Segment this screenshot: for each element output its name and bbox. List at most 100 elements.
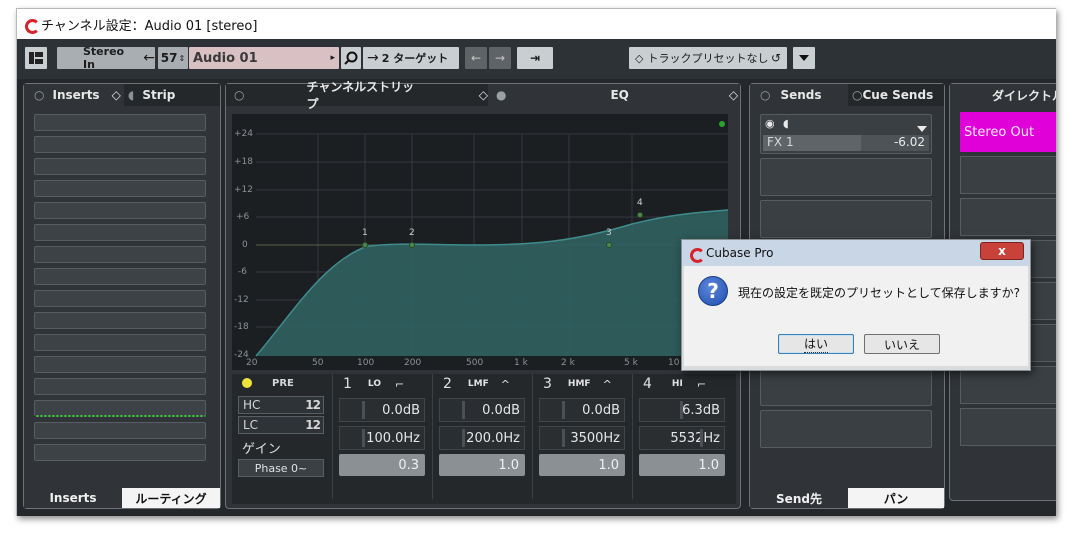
bottom-tab-inserts[interactable]: Inserts <box>24 488 122 508</box>
output-slot[interactable] <box>960 366 1056 404</box>
eq-curve-display[interactable]: 1 2 3 4 +24 +18 +12 +6 0 -6 -12 -18 -24 … <box>232 114 729 370</box>
send-slot[interactable] <box>760 368 932 406</box>
tab-sends[interactable]: ○ Sends <box>750 84 848 106</box>
target-button[interactable]: → 2 ターゲット <box>363 47 459 69</box>
band-1-freq[interactable]: 100.0Hz <box>339 426 425 450</box>
band-1-q[interactable]: 0.3 <box>339 454 425 476</box>
band-2-gain[interactable]: 0.0dB <box>439 398 525 422</box>
bottom-tab-pan[interactable]: パン <box>848 488 944 508</box>
eq-band-2-node[interactable] <box>409 242 415 248</box>
send-power-icon[interactable]: ◉ <box>765 117 775 130</box>
bottom-tab-routing[interactable]: ルーティング <box>122 488 220 508</box>
close-icon[interactable]: x <box>980 242 1024 260</box>
q-value: 1.0 <box>698 457 719 473</box>
band-4-gain[interactable]: 6.3dB <box>639 398 725 422</box>
tab-channel-strip[interactable]: ○ チャンネルストリップ ◇ <box>226 80 488 111</box>
pre-label: PRE <box>272 378 294 389</box>
tab-strip[interactable]: ◖ Strip <box>124 84 220 106</box>
insert-slot[interactable] <box>34 444 206 461</box>
bottom-tab-send-destination[interactable]: Send先 <box>750 488 848 508</box>
output-slot-stereo-out[interactable]: Stereo Out <box>960 112 1056 152</box>
insert-slot[interactable] <box>34 202 206 219</box>
insert-slot[interactable] <box>34 246 206 263</box>
previous-channel-button[interactable]: ← <box>465 47 487 69</box>
gain-marker <box>462 401 465 419</box>
input-routing-button[interactable]: Stereo In ← <box>57 45 155 71</box>
output-slot[interactable] <box>960 408 1056 446</box>
insert-slot[interactable] <box>34 334 206 351</box>
hc-label: HC <box>243 398 261 412</box>
hc-filter-button[interactable]: HC 12 <box>238 396 324 414</box>
db-label: -6 <box>238 267 247 277</box>
high-shelf-icon[interactable]: ⌐ <box>697 378 706 391</box>
insert-slot-post-fader[interactable] <box>34 400 206 417</box>
tab-direct-routing[interactable]: ダイレクトルーティング <box>950 84 1056 106</box>
preset-menu-icon[interactable] <box>793 47 815 69</box>
peak-icon[interactable]: ^ <box>603 378 612 391</box>
pre-led-icon[interactable] <box>242 378 252 388</box>
insert-slot[interactable] <box>34 422 206 439</box>
insert-slot[interactable] <box>34 290 206 307</box>
band-3-freq[interactable]: 3500Hz <box>539 426 625 450</box>
search-icon[interactable] <box>341 47 361 69</box>
send-level-bar[interactable]: FX 1 -6.02 <box>763 135 929 151</box>
insert-slot[interactable] <box>34 356 206 373</box>
phase-button[interactable]: Phase 0~ <box>238 459 324 477</box>
send-slot[interactable] <box>760 410 932 448</box>
insert-slot[interactable] <box>34 312 206 329</box>
send-menu-icon[interactable] <box>917 117 927 136</box>
next-channel-button[interactable]: → <box>489 47 511 69</box>
channel-name-field[interactable]: Audio 01 ▸ <box>189 47 339 69</box>
freq-label: 2 k <box>561 358 575 368</box>
tab-cue-sends[interactable]: ○ Cue Sends <box>848 84 944 106</box>
eq-band-3-node[interactable] <box>606 242 612 248</box>
band-1-gain[interactable]: 0.0dB <box>339 398 425 422</box>
stepper-icon: ⇕ <box>178 53 186 63</box>
exit-icon: ⇥ <box>529 51 541 65</box>
insert-slot[interactable] <box>34 158 206 175</box>
gain-marker <box>362 401 365 419</box>
arrow-right-icon: → <box>367 50 379 66</box>
tab-eq[interactable]: ● EQ ◇ <box>488 84 740 106</box>
band-2-q[interactable]: 1.0 <box>439 454 525 476</box>
band-4-freq[interactable]: 5532Hz <box>639 426 725 450</box>
freq-marker <box>700 429 703 447</box>
band-3-q[interactable]: 1.0 <box>539 454 625 476</box>
layout-icon[interactable] <box>25 47 47 69</box>
band-4-q[interactable]: 1.0 <box>639 454 725 476</box>
send-prefader-icon[interactable]: ◖ <box>783 117 789 130</box>
yes-button[interactable]: はい <box>778 334 854 354</box>
insert-slot[interactable] <box>34 224 206 241</box>
band-3-gain[interactable]: 0.0dB <box>539 398 625 422</box>
send-slot[interactable] <box>760 158 932 196</box>
peak-icon[interactable]: ^ <box>501 378 510 391</box>
send-slot-1[interactable]: ◉ ◖ FX 1 -6.02 <box>760 114 932 154</box>
q-value: 0.3 <box>398 457 419 473</box>
exit-edit-button[interactable]: ⇥ <box>517 47 553 69</box>
insert-slot[interactable] <box>34 268 206 285</box>
channel-number-stepper[interactable]: 57 ⇕ <box>158 47 188 69</box>
eq-band-4-node[interactable] <box>637 212 643 218</box>
diamond-icon: ◇ <box>478 88 488 102</box>
output-slot[interactable] <box>960 198 1056 236</box>
band-2-freq[interactable]: 200.0Hz <box>439 426 525 450</box>
tab-inserts[interactable]: ○ Inserts ◇ <box>24 84 124 106</box>
tab-sends-label: Sends <box>780 88 822 102</box>
preset-diamond-icon: ◇ <box>635 51 644 65</box>
freq-value: 200.0Hz <box>466 430 520 446</box>
track-preset-button[interactable]: ◇ トラックプリセットなし ↺ <box>629 47 787 69</box>
send-slot[interactable] <box>760 200 932 238</box>
db-label: 0 <box>242 240 248 250</box>
no-button[interactable]: いいえ <box>864 334 940 354</box>
low-shelf-icon[interactable]: ⌐ <box>395 378 404 391</box>
power-icon: ◖ <box>128 88 135 102</box>
lc-filter-button[interactable]: LC 12 <box>238 416 324 434</box>
insert-slot[interactable] <box>34 180 206 197</box>
insert-slot[interactable] <box>34 378 206 395</box>
db-label: +12 <box>234 185 253 195</box>
insert-slot[interactable] <box>34 114 206 131</box>
insert-slot[interactable] <box>34 136 206 153</box>
eq-band-1-node[interactable] <box>362 242 368 248</box>
output-slot[interactable] <box>960 156 1056 194</box>
expand-arrow-icon: ▸ <box>330 53 335 63</box>
